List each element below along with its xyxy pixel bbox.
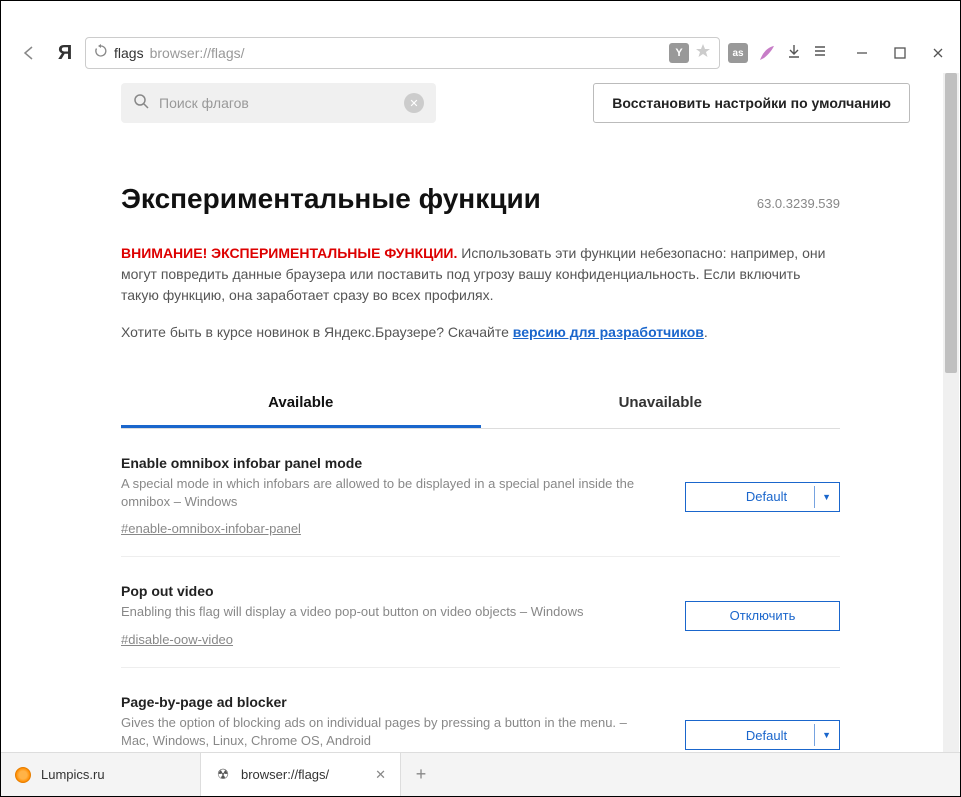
tab-available[interactable]: Available bbox=[121, 380, 481, 428]
menu-icon[interactable] bbox=[812, 43, 828, 64]
extension-icons: as bbox=[728, 43, 828, 64]
flag-action-select[interactable]: Default bbox=[685, 482, 840, 512]
new-tab-button[interactable]: + bbox=[401, 753, 441, 796]
search-icon bbox=[133, 93, 149, 114]
page-content: ✕ Восстановить настройки по умолчанию Эк… bbox=[1, 73, 960, 752]
flag-row: Pop out video Enabling this flag will dis… bbox=[121, 557, 840, 667]
search-box: ✕ bbox=[121, 83, 436, 123]
search-input[interactable] bbox=[159, 95, 394, 111]
address-bar[interactable]: flags browser://flags/ Y bbox=[85, 37, 720, 69]
feather-icon[interactable] bbox=[758, 44, 776, 62]
flags-tabs: Available Unavailable bbox=[121, 380, 840, 429]
favicon-icon: ☢ bbox=[215, 767, 231, 783]
flag-action-select[interactable]: Отключить bbox=[685, 601, 840, 631]
flag-row: Page-by-page ad blocker Gives the option … bbox=[121, 668, 840, 752]
flag-action-select[interactable]: Default bbox=[685, 720, 840, 750]
scrollbar[interactable] bbox=[943, 73, 959, 752]
flag-anchor-link[interactable]: #enable-omnibox-infobar-panel bbox=[121, 521, 301, 536]
lastfm-icon[interactable]: as bbox=[728, 43, 748, 63]
tab-label: Lumpics.ru bbox=[41, 767, 105, 782]
browser-tabbar: Lumpics.ru ☢ browser://flags/ ✕ + bbox=[1, 752, 960, 796]
dev-info: Хотите быть в курсе новинок в Яндекс.Бра… bbox=[121, 324, 840, 340]
flag-description: Gives the option of blocking ads on indi… bbox=[121, 714, 645, 750]
scrollbar-thumb[interactable] bbox=[945, 73, 957, 373]
protect-badge-icon[interactable]: Y bbox=[669, 43, 689, 63]
address-icons: Y bbox=[669, 43, 711, 64]
flags-topbar: ✕ Восстановить настройки по умолчанию bbox=[1, 73, 960, 133]
close-button[interactable] bbox=[928, 43, 948, 63]
window-controls bbox=[852, 43, 948, 63]
dev-info-text: Хотите быть в курсе новинок в Яндекс.Бра… bbox=[121, 324, 513, 340]
tab-label: browser://flags/ bbox=[241, 767, 329, 782]
yandex-logo[interactable]: Я bbox=[53, 41, 77, 65]
page-title: Экспериментальные функции bbox=[121, 183, 541, 215]
tab-unavailable[interactable]: Unavailable bbox=[481, 380, 841, 428]
flag-title: Enable omnibox infobar panel mode bbox=[121, 455, 645, 471]
address-url: browser://flags/ bbox=[150, 45, 663, 61]
warning-prefix: ВНИМАНИЕ! ЭКСПЕРИМЕНТАЛЬНЫЕ ФУНКЦИИ. bbox=[121, 245, 457, 261]
dev-info-suffix: . bbox=[704, 324, 708, 340]
clear-search-icon[interactable]: ✕ bbox=[404, 93, 424, 113]
browser-tab[interactable]: Lumpics.ru bbox=[1, 753, 201, 796]
browser-tab[interactable]: ☢ browser://flags/ ✕ bbox=[201, 753, 401, 796]
maximize-button[interactable] bbox=[890, 43, 910, 63]
reset-defaults-button[interactable]: Восстановить настройки по умолчанию bbox=[593, 83, 910, 123]
tab-close-icon[interactable]: ✕ bbox=[375, 767, 386, 783]
dev-version-link[interactable]: версию для разработчиков bbox=[513, 324, 704, 340]
reload-icon[interactable] bbox=[94, 44, 108, 63]
flag-title: Pop out video bbox=[121, 583, 645, 599]
flag-description: Enabling this flag will display a video … bbox=[121, 603, 645, 621]
back-button[interactable] bbox=[13, 37, 45, 69]
title-bar bbox=[1, 1, 960, 33]
version-label: 63.0.3239.539 bbox=[757, 196, 840, 211]
flag-anchor-link[interactable]: #disable-oow-video bbox=[121, 632, 233, 647]
flags-main: Экспериментальные функции 63.0.3239.539 … bbox=[1, 133, 960, 752]
favicon-icon bbox=[15, 767, 31, 783]
download-icon[interactable] bbox=[786, 43, 802, 64]
address-label: flags bbox=[114, 45, 144, 61]
flag-row: Enable omnibox infobar panel mode A speci… bbox=[121, 429, 840, 557]
bookmark-star-icon[interactable] bbox=[695, 43, 711, 64]
flags-list: Enable omnibox infobar panel mode A speci… bbox=[121, 429, 840, 752]
browser-toolbar: Я flags browser://flags/ Y as bbox=[1, 33, 960, 73]
minimize-button[interactable] bbox=[852, 43, 872, 63]
flag-title: Page-by-page ad blocker bbox=[121, 694, 645, 710]
flag-description: A special mode in which infobars are all… bbox=[121, 475, 645, 511]
warning-text: ВНИМАНИЕ! ЭКСПЕРИМЕНТАЛЬНЫЕ ФУНКЦИИ. Исп… bbox=[121, 243, 840, 306]
